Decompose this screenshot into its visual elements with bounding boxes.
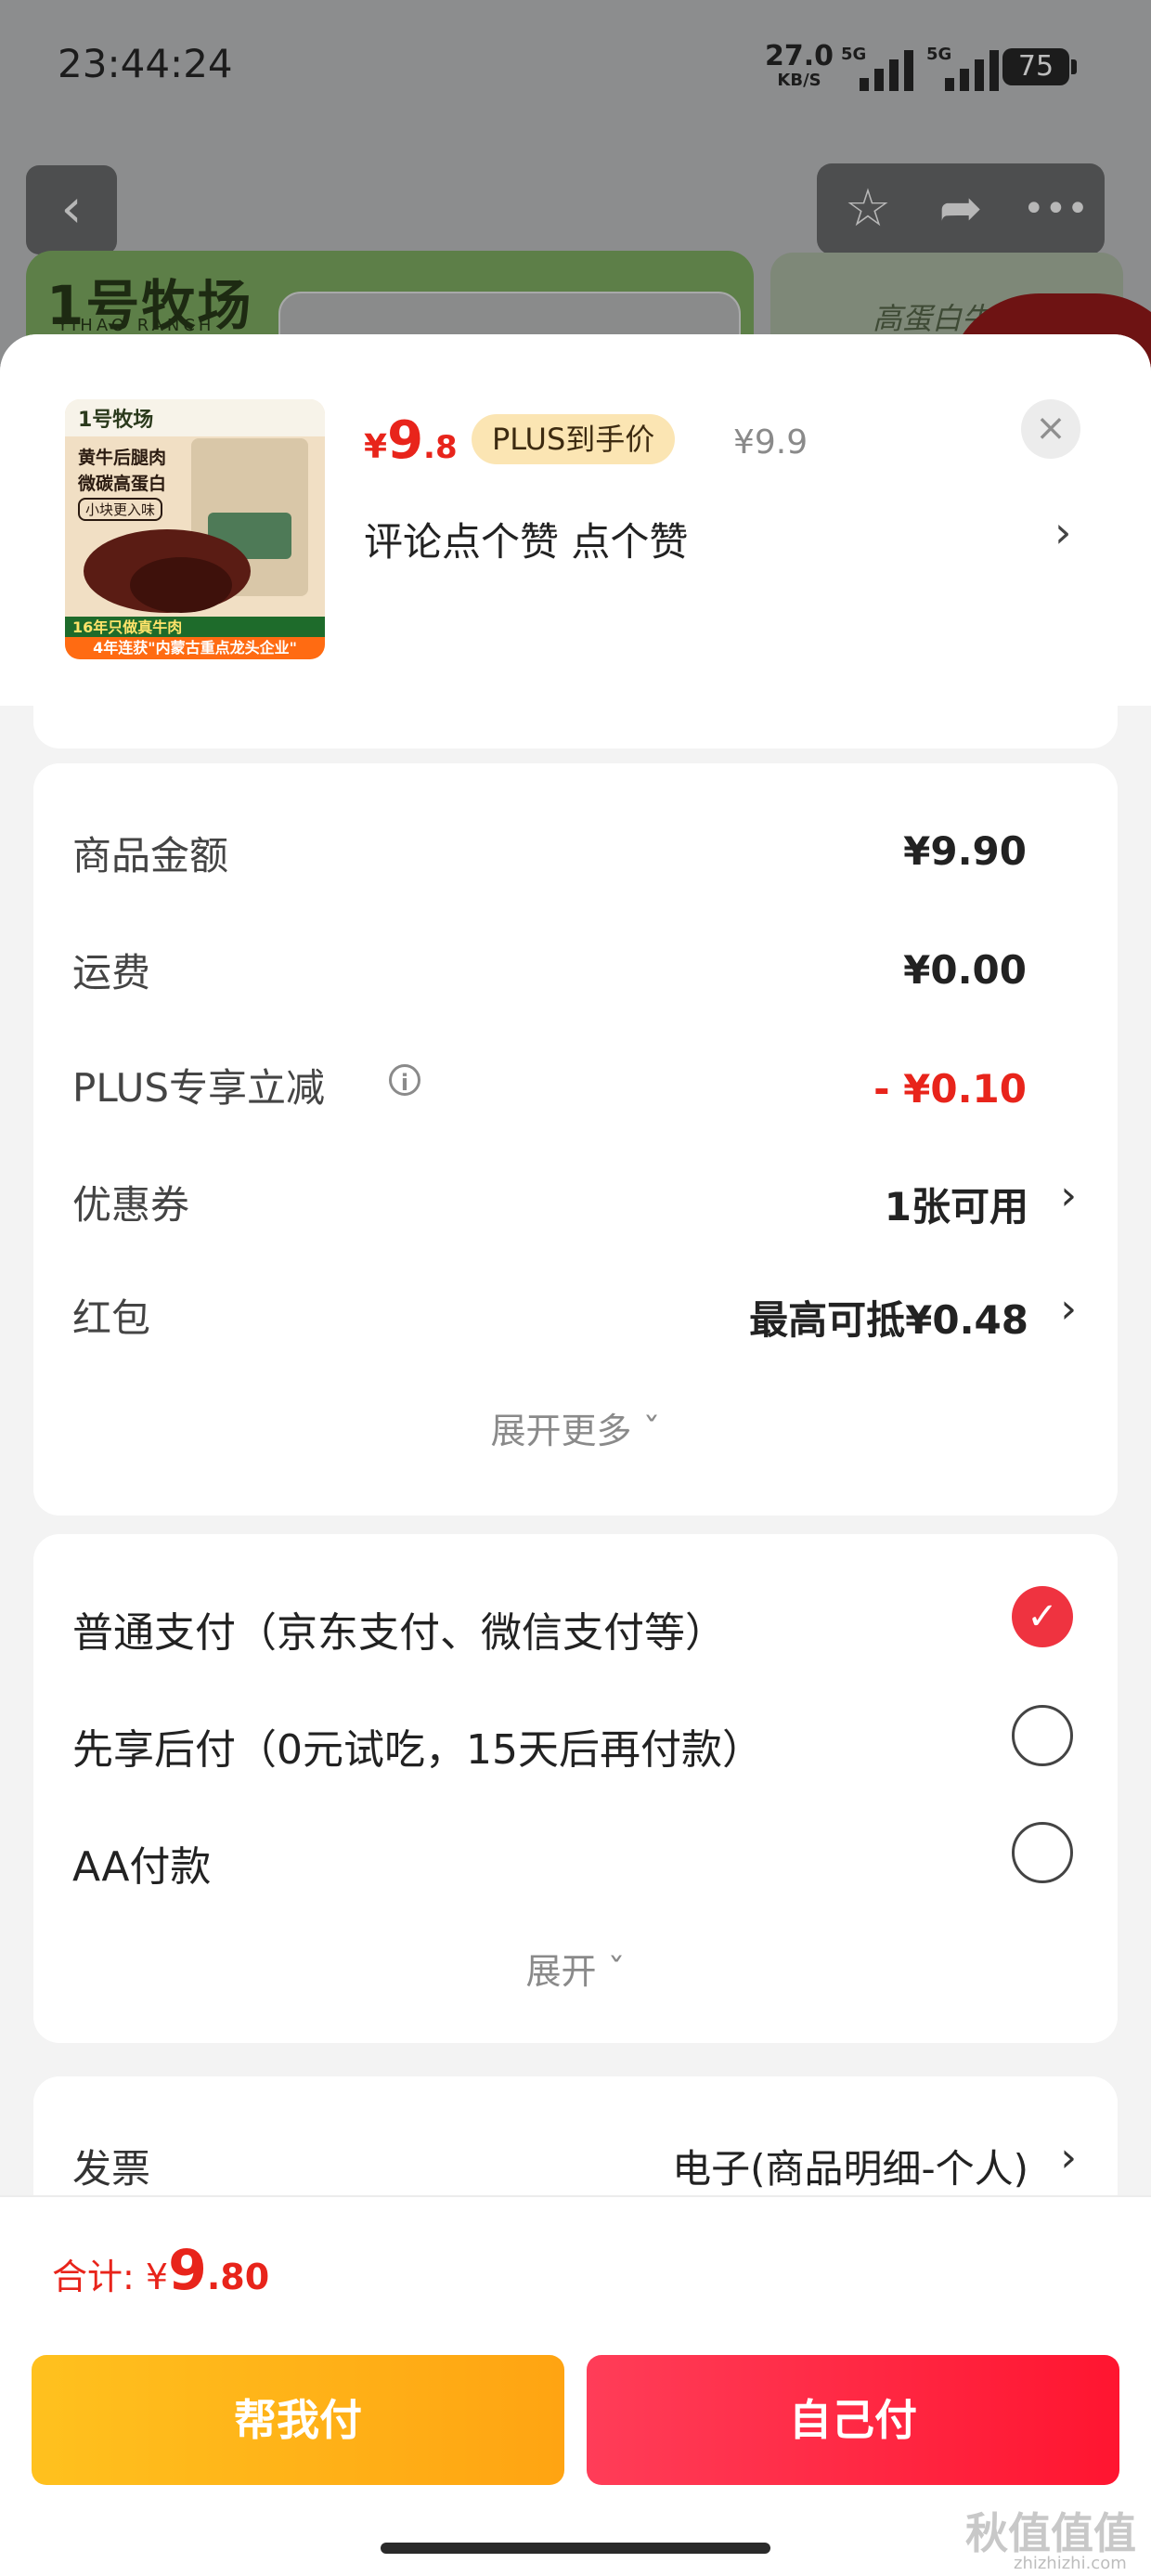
background-page: 23:44:24 27.0 KB/S 5G 5G 75 ‹ ☆ ➦ ••• 1号…	[0, 0, 1151, 479]
signal-icon: 5G	[841, 45, 925, 91]
signal-icon-2: 5G	[926, 45, 1010, 91]
product-price: ¥9.8	[364, 410, 458, 471]
original-price: ¥9.9	[733, 423, 808, 462]
order-total: 合计: ¥9.80	[52, 2238, 270, 2303]
pay-option-normal-label[interactable]: 普通支付（京东支付、微信支付等）	[72, 1599, 726, 1659]
row-value-red-packet[interactable]: 最高可抵¥0.48	[749, 1289, 1028, 1346]
expand-more-button[interactable]: 展开更多 ˇ	[33, 1402, 1118, 1453]
product-header: 1号牧场 黄牛后腿肉 微碳高蛋白 小块更入味 16年只做真牛肉 4年连获"内蒙古…	[0, 334, 1151, 706]
row-label-coupon: 优惠券	[72, 1182, 190, 1228]
chevron-right-icon[interactable]: ›	[1060, 1172, 1077, 1219]
row-label-goods-amount: 商品金额	[72, 833, 229, 878]
payment-method-card: 普通支付（京东支付、微信支付等） ✓ 先享后付（0元试吃，15天后再付款） AA…	[33, 1534, 1118, 2043]
chevron-right-icon[interactable]: ›	[1060, 2134, 1077, 2181]
expand-payment-button[interactable]: 展开 ˇ	[33, 1943, 1118, 1994]
more-icon[interactable]: •••	[1023, 176, 1089, 241]
invoice-value[interactable]: 电子(商品明细-个人)	[672, 2138, 1028, 2194]
self-pay-button[interactable]: 自己付	[587, 2355, 1119, 2485]
product-spec[interactable]: 评论点个赞 点个赞	[364, 511, 688, 567]
share-icon[interactable]: ➦	[928, 176, 993, 241]
product-image-line3: 小块更入味	[78, 498, 163, 521]
row-value-goods-amount: ¥9.90	[903, 828, 1027, 874]
product-image-logo: 1号牧场	[78, 409, 154, 432]
network-speed: 27.0 KB/S	[765, 40, 834, 91]
help-pay-button[interactable]: 帮我付	[32, 2355, 564, 2485]
product-image-bar1: 16年只做真牛肉	[65, 617, 325, 639]
watermark-url: zhizhizhi.com	[1014, 2554, 1127, 2573]
row-value-plus-discount: - ¥0.10	[873, 1066, 1027, 1112]
product-image-bar2: 4年连获"内蒙古重点龙头企业"	[65, 637, 325, 659]
pay-option-normal-check-icon[interactable]: ✓	[1012, 1586, 1073, 1647]
home-indicator[interactable]	[381, 2543, 770, 2554]
favorite-star-icon[interactable]: ☆	[835, 176, 900, 241]
product-image: 1号牧场 黄牛后腿肉 微碳高蛋白 小块更入味 16年只做真牛肉 4年连获"内蒙古…	[65, 399, 325, 659]
chevron-right-icon[interactable]: ›	[1060, 1285, 1077, 1333]
pay-option-aa-radio[interactable]	[1012, 1822, 1073, 1883]
product-image-line2: 微碳高蛋白	[78, 474, 167, 494]
cost-detail-card: 商品金额 ¥9.90 运费 ¥0.00 PLUS专享立减 i - ¥0.10 优…	[33, 763, 1118, 1516]
row-value-coupon[interactable]: 1张可用	[885, 1176, 1028, 1232]
product-image-line1: 黄牛后腿肉	[78, 448, 167, 468]
pay-option-later-label[interactable]: 先享后付（0元试吃，15天后再付款）	[72, 1716, 763, 1776]
address-card-edge	[33, 687, 1118, 748]
close-icon[interactable]: ×	[1021, 399, 1080, 459]
status-time: 23:44:24	[58, 41, 233, 86]
battery-icon: 75	[1002, 48, 1077, 85]
status-bar: 23:44:24 27.0 KB/S 5G 5G 75	[0, 0, 1151, 130]
invoice-label: 发票	[72, 2146, 151, 2192]
chevron-right-icon[interactable]: ›	[1054, 507, 1071, 557]
pay-option-later-radio[interactable]	[1012, 1705, 1073, 1766]
row-label-shipping: 运费	[72, 950, 151, 995]
plus-price-tag: PLUS到手价	[472, 414, 676, 464]
top-action-group: ☆ ➦ •••	[817, 163, 1105, 254]
row-label-red-packet: 红包	[72, 1295, 151, 1341]
row-label-plus-discount: PLUS专享立减	[72, 1065, 326, 1111]
checkout-bottom-bar: 合计: ¥9.80 帮我付 自己付 秋值值值 zhizhizhi.com	[0, 2195, 1151, 2576]
row-value-shipping: ¥0.00	[903, 947, 1027, 993]
back-button[interactable]: ‹	[26, 165, 117, 254]
brand-logo-en: YIHAO RANCH	[58, 316, 215, 335]
pay-option-aa-label[interactable]: AA付款	[72, 1833, 211, 1893]
watermark: 秋值值值	[965, 2508, 1136, 2558]
info-icon[interactable]: i	[389, 1064, 420, 1096]
